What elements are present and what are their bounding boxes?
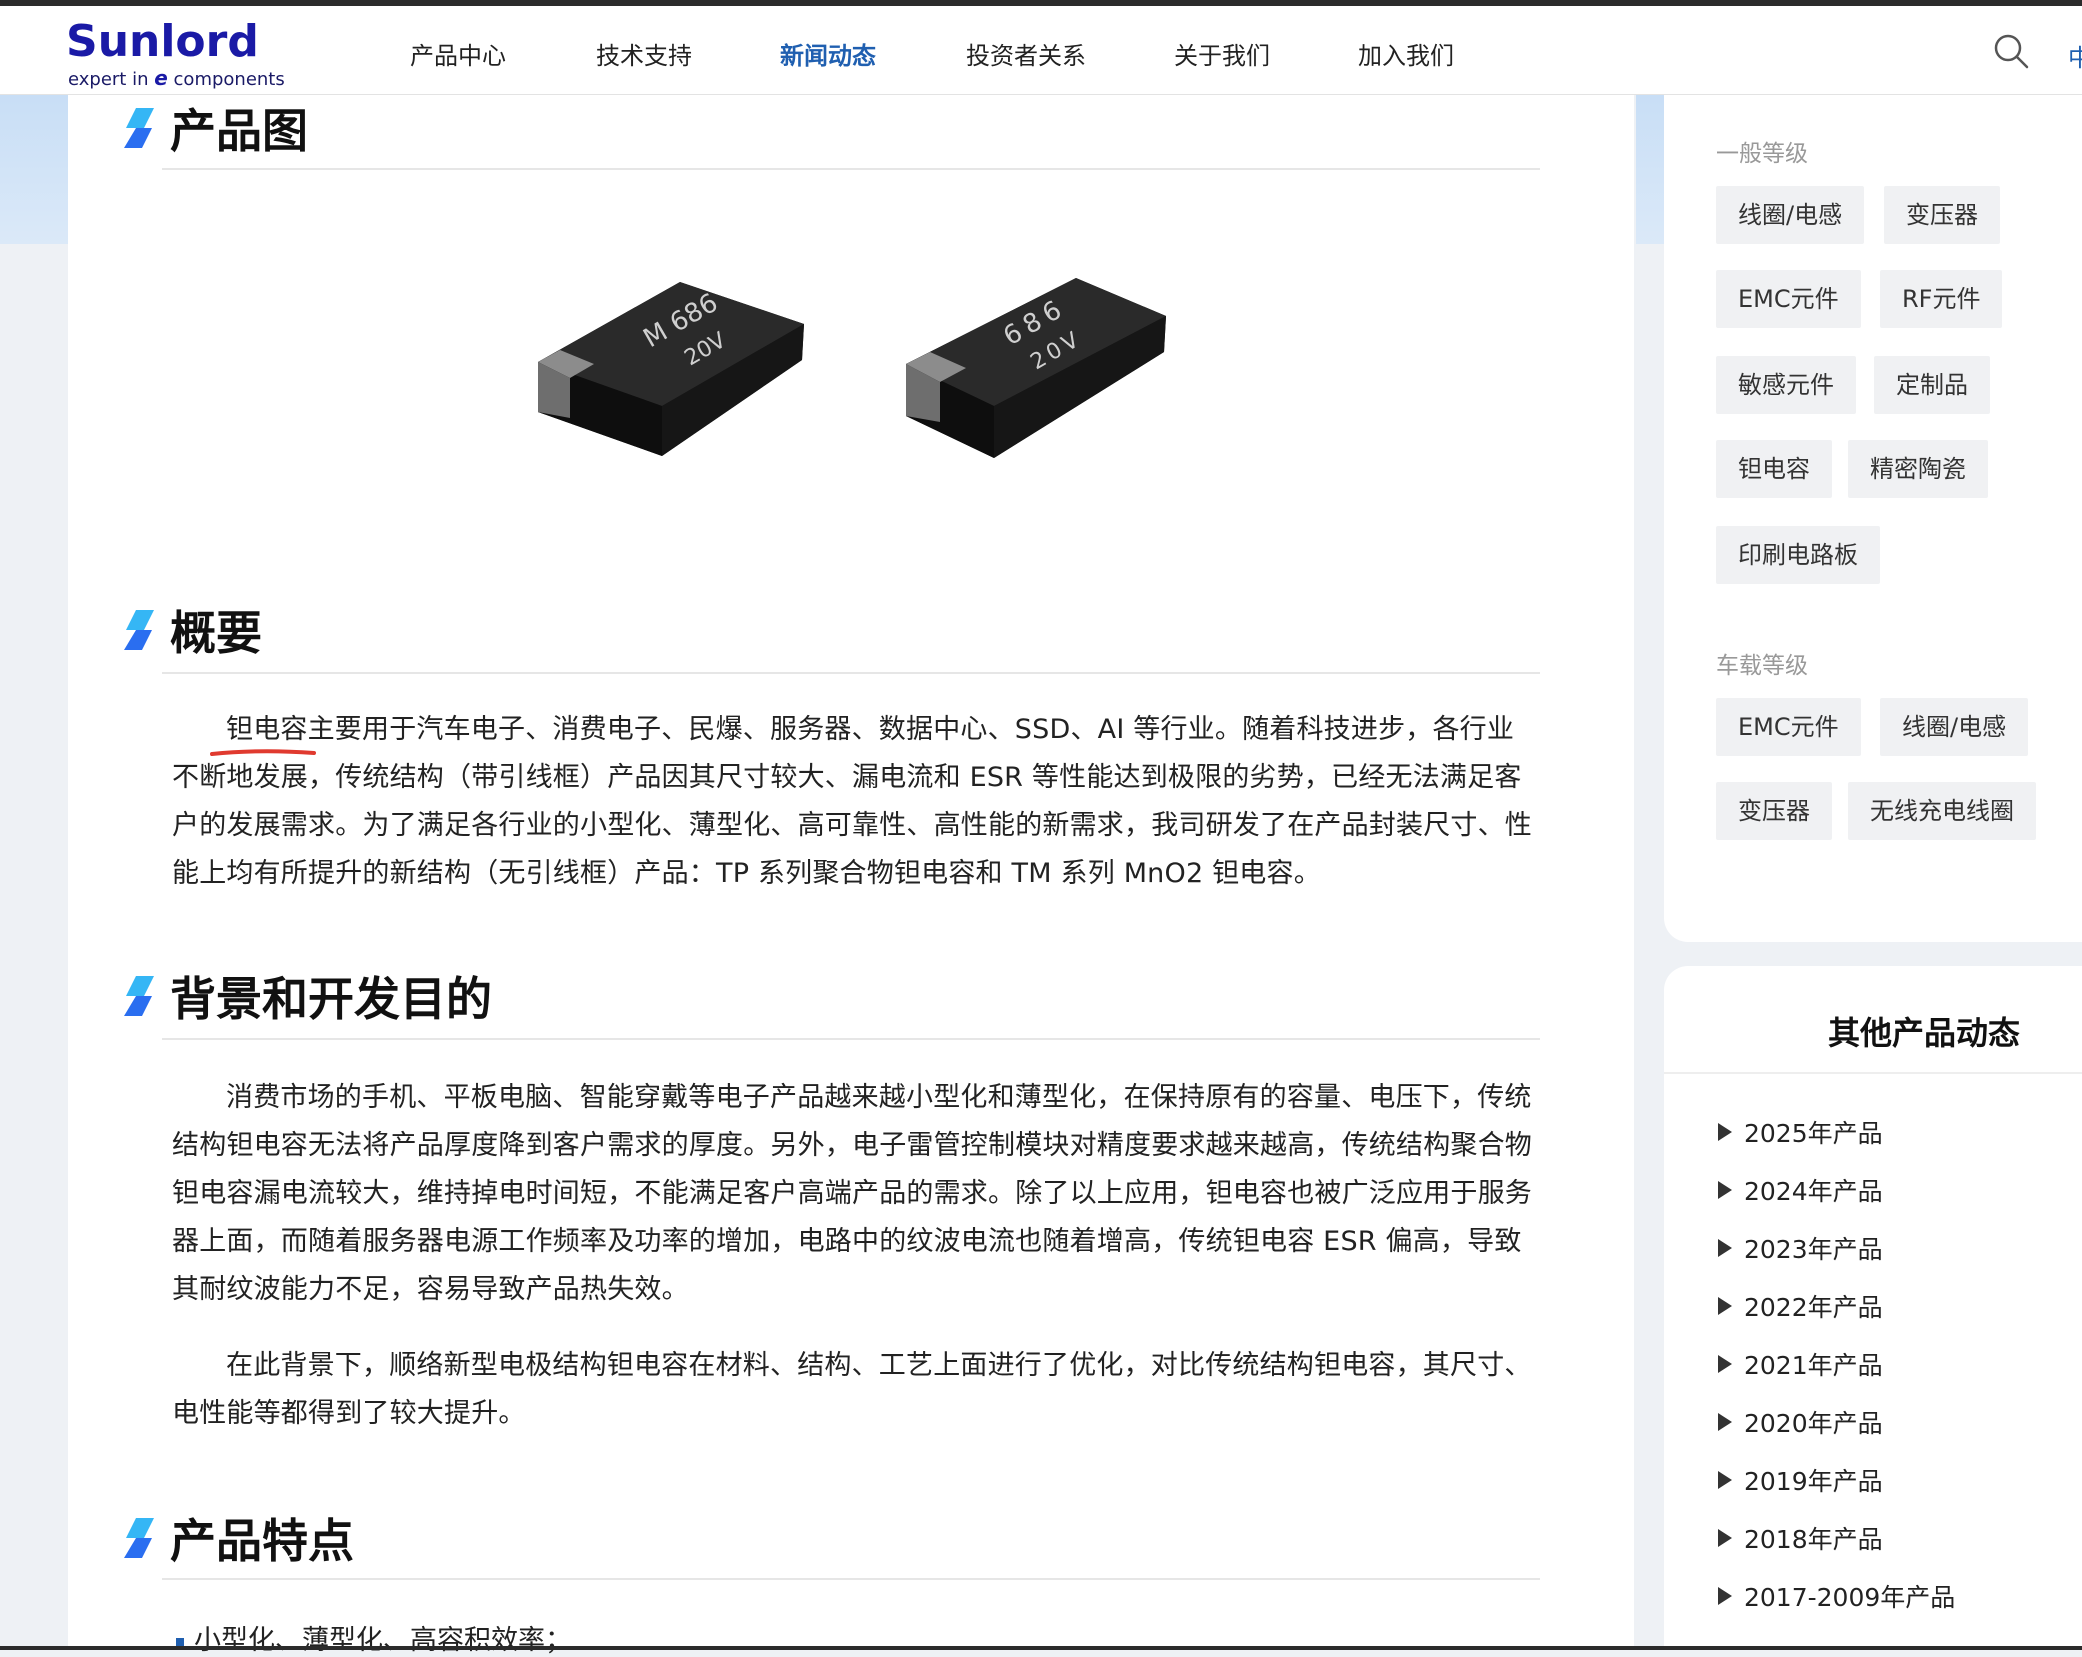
logo-tagline: expert in e components bbox=[68, 66, 285, 90]
other-news-title: 其他产品动态 bbox=[1828, 1014, 2021, 1052]
tag-general-ceramics[interactable]: 精密陶瓷 bbox=[1848, 440, 1988, 498]
section-heading-text: 概要 bbox=[170, 606, 262, 660]
triangle-right-icon bbox=[1718, 1413, 1732, 1431]
year-link-label: 2017-2009年产品 bbox=[1744, 1583, 1956, 1612]
section-divider bbox=[162, 1038, 1540, 1040]
tag-auto-wireless-coil[interactable]: 无线充电线圈 bbox=[1848, 782, 2036, 840]
section-heading-text: 背景和开发目的 bbox=[170, 972, 492, 1026]
tag-general-rf[interactable]: RF元件 bbox=[1880, 270, 2003, 328]
triangle-right-icon bbox=[1718, 1297, 1732, 1315]
site-header: Sunlord expert in e components 产品中心 技术支持… bbox=[0, 6, 2082, 95]
product-category-panel: 一般等级 线圈/电感 变压器 EMC元件 RF元件 敏感元件 定制品 钽电容 精… bbox=[1664, 94, 2082, 942]
nav-item-news[interactable]: 新闻动态 bbox=[780, 36, 876, 71]
logo-tagline-e: e bbox=[154, 66, 168, 90]
search-icon[interactable] bbox=[1992, 32, 2030, 70]
section-divider bbox=[162, 168, 1540, 170]
tag-general-emc[interactable]: EMC元件 bbox=[1716, 270, 1861, 328]
section-heading-text: 产品图 bbox=[170, 104, 308, 158]
tag-general-transformer[interactable]: 变压器 bbox=[1884, 186, 2000, 244]
tantalum-chip-image-1: M 686 20V bbox=[538, 282, 804, 456]
year-link-label: 2020年产品 bbox=[1744, 1409, 1883, 1438]
tag-general-custom[interactable]: 定制品 bbox=[1874, 356, 1990, 414]
sunlord-logo[interactable]: Sunlord expert in e components bbox=[66, 16, 285, 90]
year-link-label: 2018年产品 bbox=[1744, 1525, 1883, 1554]
year-link-label: 2025年产品 bbox=[1744, 1119, 1883, 1148]
year-link-2018[interactable]: 2018年产品 bbox=[1718, 1520, 1883, 1556]
year-link-2024[interactable]: 2024年产品 bbox=[1718, 1172, 1883, 1208]
section-title-background: 背景和开发目的 bbox=[122, 966, 492, 1026]
auto-grade-label: 车载等级 bbox=[1716, 653, 1808, 679]
section-title-features: 产品特点 bbox=[122, 1508, 354, 1568]
language-switch[interactable]: 中 bbox=[2068, 38, 2082, 73]
section-title-product-image: 产品图 bbox=[122, 98, 308, 158]
nav-item-products[interactable]: 产品中心 bbox=[410, 36, 506, 71]
year-link-2025[interactable]: 2025年产品 bbox=[1718, 1114, 1883, 1150]
year-link-2019[interactable]: 2019年产品 bbox=[1718, 1462, 1883, 1498]
blue-slash-icon bbox=[124, 976, 154, 1016]
nav-item-join[interactable]: 加入我们 bbox=[1358, 36, 1454, 71]
section-heading-text: 产品特点 bbox=[170, 1514, 354, 1568]
page-bg-accent-mid bbox=[1636, 94, 1664, 244]
triangle-right-icon bbox=[1718, 1181, 1732, 1199]
year-link-2021[interactable]: 2021年产品 bbox=[1718, 1346, 1883, 1382]
triangle-right-icon bbox=[1718, 1355, 1732, 1373]
feature-item-text: 小型化、薄型化、高容积效率； bbox=[194, 1625, 572, 1656]
blue-slash-icon bbox=[124, 610, 154, 650]
red-underline-annotation bbox=[210, 749, 316, 756]
triangle-right-icon bbox=[1718, 1471, 1732, 1489]
year-link-label: 2024年产品 bbox=[1744, 1177, 1883, 1206]
section-title-overview: 概要 bbox=[122, 600, 262, 660]
bottom-border bbox=[0, 1646, 2082, 1650]
tag-auto-transformer[interactable]: 变压器 bbox=[1716, 782, 1832, 840]
tag-general-sensitive[interactable]: 敏感元件 bbox=[1716, 356, 1856, 414]
square-bullet-icon bbox=[176, 1637, 184, 1646]
nav-item-investors[interactable]: 投资者关系 bbox=[966, 36, 1086, 71]
tantalum-chip-image-2: 686 20V bbox=[906, 278, 1166, 458]
blue-slash-icon bbox=[124, 108, 154, 148]
blue-slash-icon bbox=[124, 1518, 154, 1558]
logo-wordmark: Sunlord bbox=[66, 16, 259, 67]
logo-tagline-pre: expert in bbox=[68, 69, 155, 90]
year-link-2017-2009[interactable]: 2017-2009年产品 bbox=[1718, 1578, 1955, 1614]
nav-item-about[interactable]: 关于我们 bbox=[1174, 36, 1270, 71]
page-bg-accent-left bbox=[0, 94, 68, 244]
tag-auto-emc[interactable]: EMC元件 bbox=[1716, 698, 1861, 756]
year-link-2020[interactable]: 2020年产品 bbox=[1718, 1404, 1883, 1440]
overview-paragraph: 钽电容主要用于汽车电子、消费电子、民爆、服务器、数据中心、SSD、AI 等行业。… bbox=[172, 714, 1532, 889]
year-link-label: 2019年产品 bbox=[1744, 1467, 1883, 1496]
feature-item: 小型化、薄型化、高容积效率； bbox=[176, 1618, 572, 1657]
background-paragraph-2: 在此背景下，顺络新型电极结构钽电容在材料、结构、工艺上面进行了优化，对比传统结构… bbox=[172, 1350, 1532, 1429]
background-paragraph-1: 消费市场的手机、平板电脑、智能穿戴等电子产品越来越小型化和薄型化，在保持原有的容… bbox=[172, 1082, 1532, 1305]
year-link-2023[interactable]: 2023年产品 bbox=[1718, 1230, 1883, 1266]
year-link-label: 2021年产品 bbox=[1744, 1351, 1883, 1380]
panel-divider bbox=[1664, 1072, 2082, 1074]
general-grade-label: 一般等级 bbox=[1716, 141, 1808, 167]
year-link-label: 2023年产品 bbox=[1744, 1235, 1883, 1264]
tag-auto-inductor[interactable]: 线圈/电感 bbox=[1880, 698, 2029, 756]
tag-general-pcb[interactable]: 印刷电路板 bbox=[1716, 526, 1880, 584]
triangle-right-icon bbox=[1718, 1239, 1732, 1257]
tag-general-tantalum[interactable]: 钽电容 bbox=[1716, 440, 1832, 498]
nav-item-tech-support[interactable]: 技术支持 bbox=[596, 36, 692, 71]
tag-general-inductor[interactable]: 线圈/电感 bbox=[1716, 186, 1865, 244]
triangle-right-icon bbox=[1718, 1123, 1732, 1141]
year-link-label: 2022年产品 bbox=[1744, 1293, 1883, 1322]
triangle-right-icon bbox=[1718, 1529, 1732, 1547]
logo-tagline-post: components bbox=[167, 69, 285, 90]
year-link-2022[interactable]: 2022年产品 bbox=[1718, 1288, 1883, 1324]
other-product-news-panel: 其他产品动态 2025年产品 2024年产品 2023年产品 2022年产品 2… bbox=[1664, 966, 2082, 1650]
section-divider bbox=[162, 672, 1540, 674]
section-divider bbox=[162, 1578, 1540, 1580]
triangle-right-icon bbox=[1718, 1587, 1732, 1605]
